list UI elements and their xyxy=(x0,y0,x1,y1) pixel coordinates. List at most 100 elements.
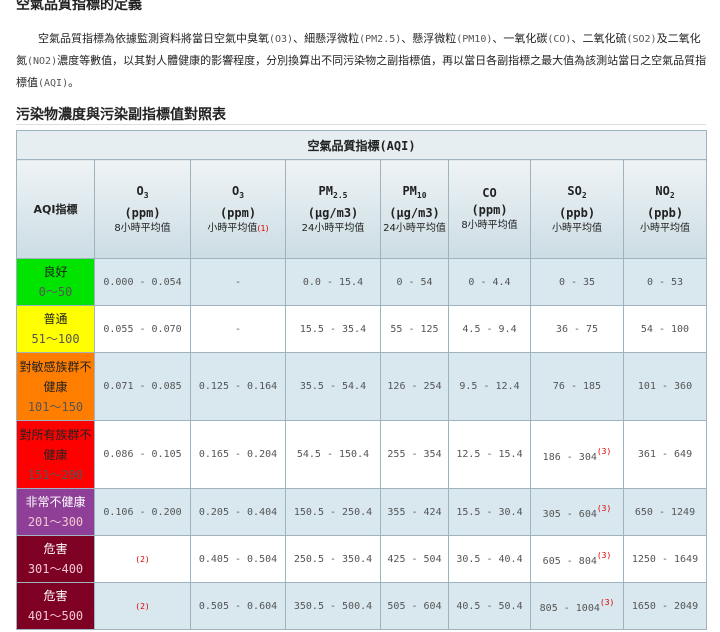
para-pm10: (PM10) xyxy=(456,34,493,45)
concentration-cell: 55 - 125 xyxy=(380,305,449,353)
pollutant-name: NO2 xyxy=(655,183,675,200)
concentration-cell: 126 - 254 xyxy=(380,352,449,421)
concentration-cell: 40.5 - 50.4 xyxy=(448,582,531,630)
concentration-cell: 605 - 804(3) xyxy=(530,535,624,583)
concentration-cell: 255 - 354 xyxy=(380,420,449,489)
para-o3: (O3) xyxy=(269,34,294,45)
concentration-cell: 9.5 - 12.4 xyxy=(448,352,531,421)
aqi-category-label: 非常不健康 xyxy=(25,495,86,509)
aqi-category-cell: 危害 401～500 xyxy=(16,582,95,630)
pollutant-name: O3 xyxy=(231,183,245,200)
aqi-table: 空氣品質指標(AQI) AQI指標 O3 (ppm) 8小時平均值 O3 (ppm) 小時… xyxy=(16,130,707,630)
table-row: 普通 51～100 0.055 - 0.070-15.5 - 35.4 55 - 12… xyxy=(16,305,707,353)
concentration-cell: 54 - 100 xyxy=(623,305,707,353)
concentration-cell: 150.5 - 250.4 xyxy=(285,488,381,536)
aqi-category-label: 良好 xyxy=(43,265,68,279)
concentration-cell: 54.5 - 150.4 xyxy=(285,420,381,489)
heading-divider xyxy=(16,124,706,125)
pollutant-column-header: PM2.5 (μg/m3) 24小時平均值 xyxy=(285,159,381,259)
concentration-cell: 0.0 - 15.4 xyxy=(285,258,381,306)
concentration-cell: (2) xyxy=(94,535,191,583)
pollutant-column-header: PM10 (μg/m3) 24小時平均值 xyxy=(380,159,449,259)
concentration-cell: 0 - 54 xyxy=(380,258,449,306)
footnote-marker: (3) xyxy=(596,551,612,560)
concentration-cell: 15.5 - 30.4 xyxy=(448,488,531,536)
concentration-cell: 0.055 - 0.070 xyxy=(94,305,191,353)
pollutant-subscript: 3 xyxy=(143,190,149,200)
aqi-category-label: 普通 xyxy=(43,312,68,326)
pollutant-column-header: CO (ppm) 8小時平均值 xyxy=(448,159,531,259)
concentration-cell: 805 - 1004(3) xyxy=(530,582,624,630)
pollutant-name: SO2 xyxy=(567,183,587,200)
table-row: 對所有族群不健康 151～200 0.086 - 0.105 0.165 - 0.20… xyxy=(16,420,707,489)
aqi-range: 101～150 xyxy=(27,399,84,414)
concentration-cell: 0 - 53 xyxy=(623,258,707,306)
para-end: 。 xyxy=(68,76,80,89)
averaging-period: 小時平均值 xyxy=(552,222,602,234)
aqi-category-cell: 良好 0～50 xyxy=(16,258,95,306)
concentration-cell: 4.5 - 9.4 xyxy=(448,305,531,353)
concentration-cell: 0.000 - 0.054 xyxy=(94,258,191,306)
para-pm25: (PM2.5) xyxy=(359,34,402,45)
aqi-range: 151～200 xyxy=(27,467,84,482)
table-heading: 污染物濃度與污染副指標值對照表 xyxy=(16,107,226,123)
concentration-cell: 0.125 - 0.164 xyxy=(190,352,286,421)
para-co: (CO) xyxy=(547,34,572,45)
pollutant-unit: (ppm) xyxy=(219,205,257,220)
aqi-category-label: 對所有族群不健康 xyxy=(19,427,92,462)
concentration-cell: 76 - 185 xyxy=(530,352,624,421)
para-so2: (SO2) xyxy=(626,34,657,45)
para-aqi: (AQI) xyxy=(38,78,69,89)
concentration-cell: 0.071 - 0.085 xyxy=(94,352,191,421)
concentration-cell: 361 - 649 xyxy=(623,420,707,489)
aqi-category-cell: 危害 301～400 xyxy=(16,535,95,583)
pollutant-name: CO xyxy=(482,186,497,200)
table-row: 危害 301～400 (2) 0.405 - 0.504 250.5 - 350.4 42… xyxy=(16,535,707,583)
concentration-cell: 425 - 504 xyxy=(380,535,449,583)
aqi-range: 201～300 xyxy=(27,515,84,529)
pollutant-subscript: 2 xyxy=(581,190,587,200)
footnote-marker: (2) xyxy=(135,601,150,611)
para-sep: 、二氧化硫 xyxy=(571,32,627,45)
concentration-cell: 12.5 - 15.4 xyxy=(448,420,531,489)
pollutant-name: PM2.5 xyxy=(318,183,348,200)
table-row: 良好 0～50 0.000 - 0.054-0.0 - 15.4 0 - 54 0 - … xyxy=(16,258,707,306)
pollutant-column-header: O3 (ppm) 小時平均值(1) xyxy=(190,159,286,259)
averaging-period: 24小時平均值 xyxy=(301,222,365,234)
concentration-cell: 350.5 - 500.4 xyxy=(285,582,381,630)
page-heading: 空氣品質指標的定義 xyxy=(16,0,142,13)
aqi-category-label: 危害 xyxy=(43,542,68,556)
aqi-category-cell: 對所有族群不健康 151～200 xyxy=(16,420,95,489)
pollutant-name: PM10 xyxy=(402,183,427,200)
pollutant-subscript: 2.5 xyxy=(333,190,348,200)
pollutant-column-header: NO2 (ppb) 小時平均值 xyxy=(623,159,707,259)
aqi-category-label: 對敏感族群不健康 xyxy=(19,359,92,394)
pollutant-subscript: 3 xyxy=(239,190,245,200)
aqi-column-header: AQI指標 xyxy=(16,159,95,259)
concentration-cell: 305 - 604(3) xyxy=(530,488,624,536)
pollutant-unit: (ppm) xyxy=(124,205,161,220)
concentration-cell: 0.205 - 0.404 xyxy=(190,488,286,536)
pollutant-column-header: SO2 (ppb) 小時平均值 xyxy=(530,159,624,259)
concentration-cell: 30.5 - 40.4 xyxy=(448,535,531,583)
concentration-cell: 505 - 604 xyxy=(380,582,449,630)
footnote-marker: (2) xyxy=(135,554,150,564)
averaging-period: 小時平均值(1) xyxy=(207,222,269,234)
concentration-cell: 0 - 35 xyxy=(530,258,624,306)
footnote-marker: (3) xyxy=(596,446,612,456)
para-sep: 、懸浮微粒 xyxy=(401,32,457,45)
concentration-cell: 355 - 424 xyxy=(380,488,449,536)
pollutant-unit: (ppm) xyxy=(471,203,508,217)
pollutant-unit: (ppb) xyxy=(646,205,684,220)
concentration-cell: 0.405 - 0.504 xyxy=(190,535,286,583)
concentration-cell: (2) xyxy=(94,582,191,630)
para-sep: 、細懸浮微粒 xyxy=(293,32,360,45)
definition-paragraph: 空氣品質指標為依據監測資料將當日空氣中臭氧(O3)、細懸浮微粒(PM2.5)、懸… xyxy=(16,28,708,94)
para-intro: 空氣品質指標為依據監測資料將當日空氣中臭氧 xyxy=(38,32,269,45)
averaging-period: 8小時平均值 xyxy=(461,220,518,231)
pollutant-subscript: 2 xyxy=(669,190,675,200)
averaging-period: 小時平均值 xyxy=(640,222,690,234)
aqi-range: 401～500 xyxy=(27,609,84,623)
concentration-cell: 0.505 - 0.604 xyxy=(190,582,286,630)
aqi-category-cell: 普通 51～100 xyxy=(16,305,95,353)
